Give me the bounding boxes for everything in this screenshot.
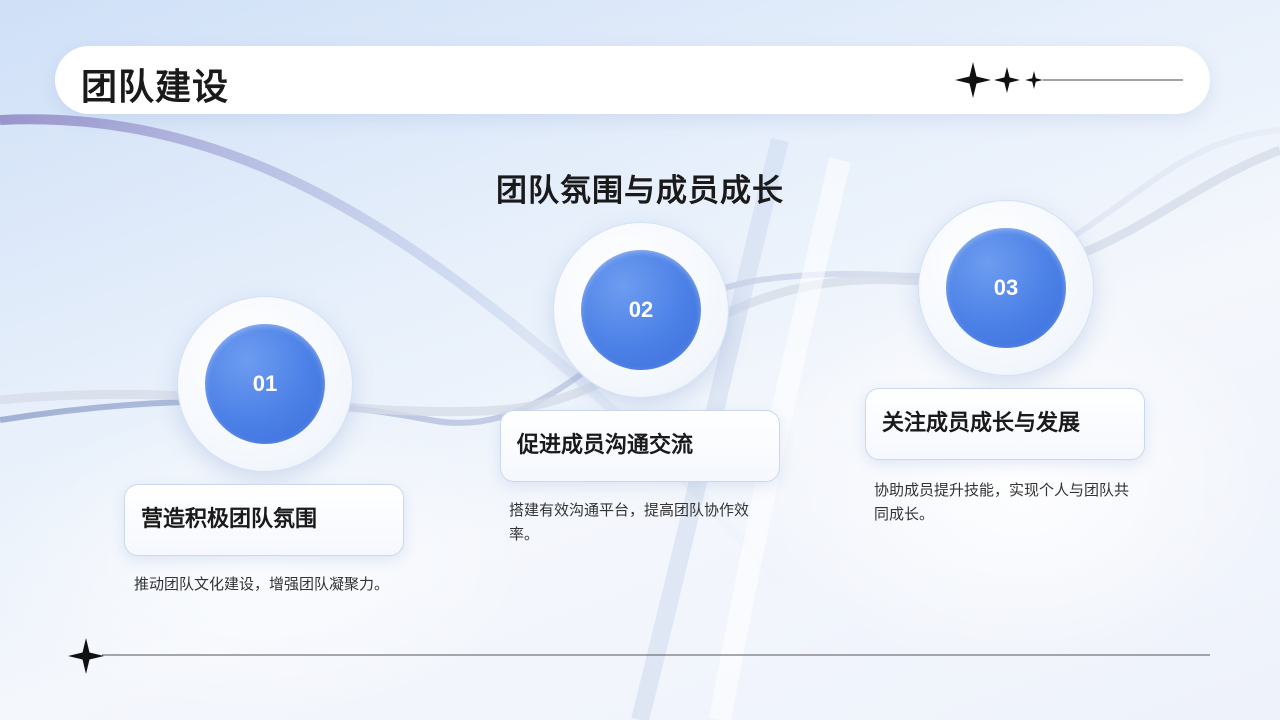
step-2-card: 促进成员沟通交流 — [500, 410, 780, 482]
header-bar: 团队建设 — [55, 46, 1210, 114]
step-2-circle: 02 — [553, 222, 729, 398]
step-2-description: 搭建有效沟通平台，提高团队协作效率。 — [509, 501, 750, 543]
step-2-number: 02 — [628, 297, 654, 322]
step-1-circle: 01 — [177, 296, 353, 472]
step-3-circle: 03 — [918, 200, 1094, 376]
step-1-title: 营造积极团队氛围 — [141, 507, 318, 532]
step-3-description: 协助成员提升技能，实现个人与团队共同成长。 — [874, 481, 1130, 523]
step-1-description: 推动团队文化建设，增强团队凝聚力。 — [134, 575, 390, 593]
step-3-card: 关注成员成长与发展 — [865, 388, 1145, 460]
page-title: 团队建设 — [81, 67, 230, 108]
step-3-title: 关注成员成长与发展 — [882, 411, 1081, 436]
step-3-number: 03 — [993, 275, 1019, 300]
step-2-number-badge: 02 — [581, 250, 701, 370]
sparkle-star-icon — [68, 638, 1210, 674]
section-title: 团队氛围与成员成长 — [496, 173, 784, 209]
step-2-title: 促进成员沟通交流 — [517, 433, 694, 458]
step-1-number-badge: 01 — [205, 324, 325, 444]
step-3-number-badge: 03 — [946, 228, 1066, 348]
sparkle-stars-icon — [955, 62, 1183, 98]
step-1-number: 01 — [252, 371, 278, 396]
step-1-card: 营造积极团队氛围 — [124, 484, 404, 556]
